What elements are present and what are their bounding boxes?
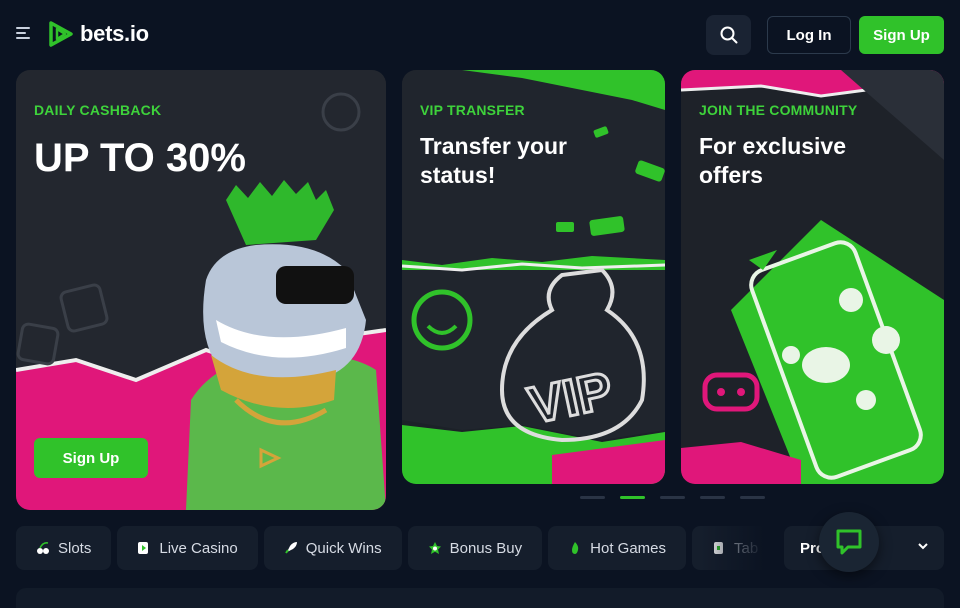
carousel-dot[interactable] bbox=[740, 496, 765, 499]
header: bets.io Log In Sign Up bbox=[0, 0, 960, 70]
category-tab[interactable]: Live Casino bbox=[117, 526, 258, 570]
signup-button[interactable]: Sign Up bbox=[859, 16, 944, 54]
promo-eyebrow: JOIN THE COMMUNITY bbox=[699, 102, 858, 118]
bonus-icon bbox=[428, 541, 442, 555]
search-button[interactable] bbox=[706, 15, 751, 55]
carousel-dot[interactable] bbox=[700, 496, 725, 499]
promo-headline: UP TO 30% bbox=[34, 136, 246, 180]
category-tab[interactable]: Bonus Buy bbox=[407, 526, 543, 570]
rocket-icon bbox=[284, 541, 298, 555]
carousel-dot[interactable] bbox=[620, 496, 645, 499]
promo-signup-button[interactable]: Sign Up bbox=[34, 438, 148, 478]
category-tab-label: Bonus Buy bbox=[449, 539, 523, 557]
category-tab[interactable]: Quick Wins bbox=[263, 526, 402, 570]
promo-headline: Transfer your status! bbox=[420, 133, 567, 188]
category-fade bbox=[700, 526, 780, 570]
category-bar: Slots Live Casino Quick Wins Bonus Buy Hot G… bbox=[16, 526, 780, 570]
content-panel-edge bbox=[16, 588, 944, 608]
category-tab-label: Hot Games bbox=[590, 539, 666, 557]
promo-headline: For exclusive offers bbox=[699, 133, 847, 188]
chat-icon bbox=[836, 529, 862, 555]
promo-eyebrow: VIP TRANSFER bbox=[420, 102, 525, 118]
live-chat-button[interactable] bbox=[819, 512, 879, 572]
search-icon bbox=[720, 26, 737, 44]
category-tab-label: Live Casino bbox=[159, 539, 238, 557]
login-button[interactable]: Log In bbox=[767, 16, 851, 54]
chevron-down-icon bbox=[918, 543, 928, 550]
promo-eyebrow: DAILY CASHBACK bbox=[34, 102, 162, 118]
flame-icon bbox=[568, 541, 582, 555]
category-tab-label: Slots bbox=[58, 539, 92, 557]
category-tab[interactable]: Hot Games bbox=[548, 526, 686, 570]
cherries-icon bbox=[36, 541, 50, 555]
live-play-icon bbox=[137, 541, 151, 555]
promo-card-vip[interactable]: VIP VIP TRANSFER Transfer your status! bbox=[402, 70, 665, 484]
carousel-dot[interactable] bbox=[580, 496, 605, 499]
logo[interactable]: bets.io bbox=[48, 20, 149, 48]
carousel-pagination bbox=[580, 496, 765, 499]
promo-card-community[interactable]: JOIN THE COMMUNITY For exclusive offers bbox=[681, 70, 944, 484]
logo-text: bets.io bbox=[80, 21, 149, 46]
carousel-dot[interactable] bbox=[660, 496, 685, 499]
category-tab[interactable]: Slots bbox=[16, 526, 112, 570]
menu-icon[interactable] bbox=[16, 27, 32, 43]
promo-card-cashback[interactable]: DAILY CASHBACK UP TO 30% Sign Up bbox=[16, 70, 386, 510]
category-tab-label: Quick Wins bbox=[305, 539, 382, 557]
logo-icon bbox=[49, 21, 73, 47]
